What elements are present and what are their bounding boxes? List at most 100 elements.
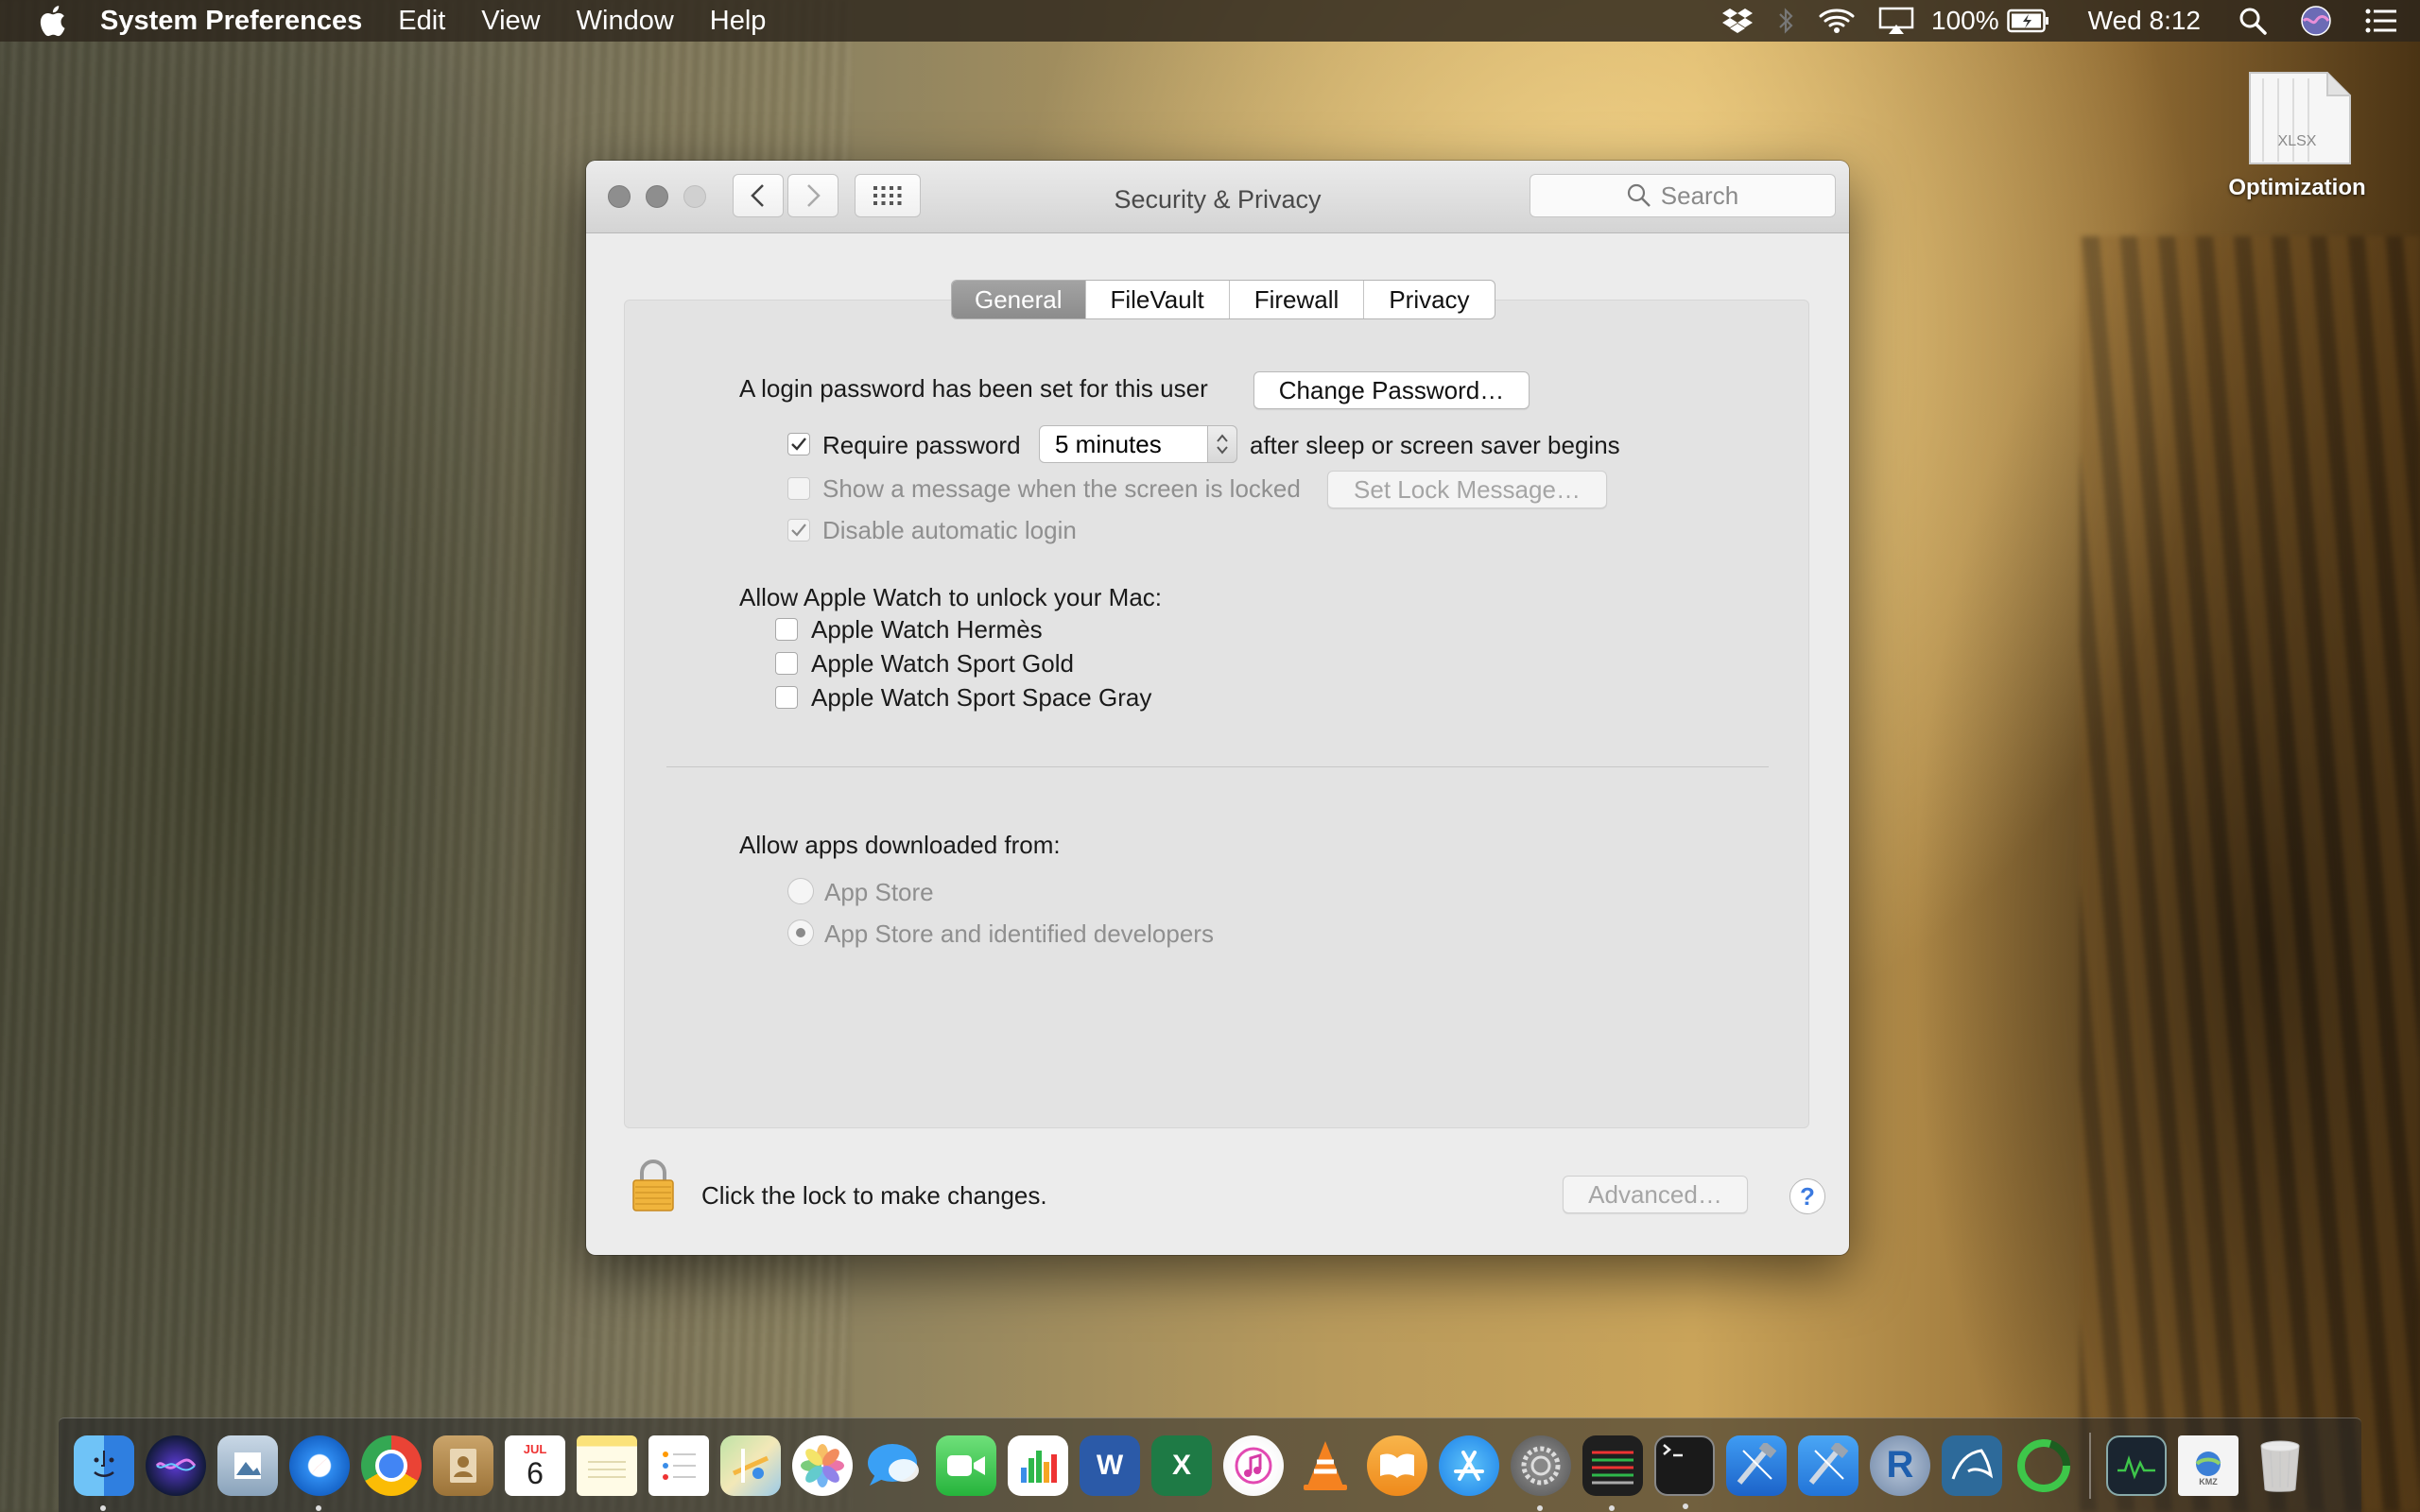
tab-firewall[interactable]: Firewall: [1228, 281, 1364, 318]
apple-watch-checkbox[interactable]: [775, 652, 798, 675]
apple-watch-heading: Allow Apple Watch to unlock your Mac:: [739, 583, 1163, 611]
xlsx-file-icon: XLSX: [2242, 71, 2352, 164]
preview-icon[interactable]: [217, 1435, 278, 1496]
checkmark-icon: [791, 524, 806, 537]
set-lock-message-button[interactable]: Set Lock Message…: [1327, 471, 1607, 508]
app-store-icon[interactable]: [1439, 1435, 1499, 1496]
notification-center-icon[interactable]: [2365, 8, 2397, 34]
tab-privacy[interactable]: Privacy: [1363, 281, 1494, 318]
numbers-icon[interactable]: [1008, 1435, 1068, 1496]
general-panel: [624, 300, 1809, 1128]
tab-bar: General FileVault Firewall Privacy: [951, 280, 1495, 319]
finder-icon[interactable]: [74, 1435, 134, 1511]
help-button[interactable]: ?: [1789, 1178, 1825, 1214]
file-name-label: Optimization: [2228, 175, 2366, 200]
wifi-icon[interactable]: [1818, 7, 1856, 35]
advanced-button[interactable]: Advanced…: [1563, 1176, 1748, 1213]
siri-icon[interactable]: [146, 1435, 206, 1496]
radio-selected-dot: [796, 928, 805, 937]
apple-watch-checkbox[interactable]: [775, 618, 798, 641]
show-message-checkbox[interactable]: [787, 477, 810, 500]
disable-auto-login-checkbox[interactable]: [787, 519, 810, 541]
search-field[interactable]: Search: [1530, 174, 1836, 217]
require-password-checkbox[interactable]: [787, 433, 810, 455]
apple-watch-checkbox[interactable]: [775, 686, 798, 709]
menu-view[interactable]: View: [481, 6, 540, 37]
tab-filevault[interactable]: FileVault: [1084, 281, 1229, 318]
xcode-icon[interactable]: [1798, 1435, 1858, 1496]
apple-watch-item[interactable]: Apple Watch Hermès: [775, 615, 1342, 644]
allow-apps-heading: Allow apps downloaded from:: [739, 831, 1061, 859]
airplay-icon[interactable]: [1878, 7, 1914, 35]
lock-icon[interactable]: [631, 1159, 675, 1211]
calendar-icon[interactable]: JUL 6: [505, 1435, 565, 1496]
menu-help[interactable]: Help: [710, 6, 767, 37]
menu-window[interactable]: Window: [577, 6, 674, 37]
apple-watch-label: Apple Watch Hermès: [811, 615, 1043, 644]
dropbox-icon[interactable]: [1721, 7, 1754, 35]
title-bar[interactable]: Security & Privacy Search: [586, 161, 1849, 233]
svg-text:KMZ: KMZ: [2199, 1477, 2218, 1486]
menu-bar: System Preferences Edit View Window Help…: [0, 0, 2420, 42]
google-earth-file-icon[interactable]: KMZ: [2178, 1435, 2238, 1496]
chrome-icon[interactable]: [361, 1435, 422, 1496]
login-password-text: A login password has been set for this u…: [739, 374, 1208, 403]
show-message-label: Show a message when the screen is locked: [822, 474, 1301, 503]
system-preferences-icon[interactable]: [1511, 1435, 1571, 1511]
popup-stepper-icon: [1207, 425, 1237, 463]
activity-ring-icon[interactable]: [2014, 1435, 2074, 1496]
menu-edit[interactable]: Edit: [398, 6, 445, 37]
dock: JUL 6 W X R KMZ: [59, 1418, 2361, 1512]
spotlight-search-icon[interactable]: [2238, 7, 2267, 35]
word-icon[interactable]: W: [1080, 1435, 1140, 1496]
notes-icon[interactable]: [577, 1435, 637, 1496]
calendar-month: JUL: [523, 1441, 547, 1456]
clock[interactable]: Wed 8:12: [2088, 6, 2201, 36]
contacts-icon[interactable]: [433, 1435, 493, 1496]
search-placeholder: Search: [1660, 180, 1739, 210]
terminal-icon[interactable]: [1654, 1435, 1715, 1509]
siri-icon[interactable]: [2301, 6, 2331, 36]
xcode-beta-icon[interactable]: [1726, 1435, 1787, 1496]
apple-watch-list: Apple Watch Hermès Apple Watch Sport Gol…: [775, 611, 1342, 712]
tab-general[interactable]: General: [952, 281, 1085, 318]
ibooks-icon[interactable]: [1367, 1435, 1427, 1496]
lock-instruction-text: Click the lock to make changes.: [701, 1181, 1047, 1210]
bluetooth-icon[interactable]: [1776, 7, 1795, 35]
battery-icon[interactable]: [2006, 9, 2050, 33]
menu-app-name[interactable]: System Preferences: [100, 6, 362, 37]
photos-icon[interactable]: [792, 1435, 853, 1496]
app-store-radio[interactable]: [787, 878, 814, 904]
file-type-label: XLSX: [2277, 133, 2317, 149]
excel-icon[interactable]: X: [1151, 1435, 1212, 1496]
disable-auto-login-label: Disable automatic login: [822, 516, 1077, 544]
desktop-wallpaper-right: [2080, 236, 2420, 1512]
r-icon[interactable]: R: [1870, 1435, 1930, 1496]
reminders-icon[interactable]: [648, 1435, 709, 1496]
vlc-icon[interactable]: [1295, 1435, 1356, 1496]
change-password-button[interactable]: Change Password…: [1253, 371, 1530, 409]
apple-watch-item[interactable]: Apple Watch Sport Gold: [775, 649, 1342, 678]
maps-icon[interactable]: [720, 1435, 781, 1496]
messages-icon[interactable]: [864, 1435, 925, 1496]
app-store-identified-radio-label: App Store and identified developers: [824, 919, 1214, 948]
battery-percentage[interactable]: 100%: [1931, 6, 1999, 36]
itunes-icon[interactable]: [1223, 1435, 1284, 1496]
apple-menu-icon[interactable]: [36, 5, 68, 37]
apple-watch-item[interactable]: Apple Watch Sport Space Gray: [775, 683, 1342, 712]
activity-monitor-icon[interactable]: [2106, 1435, 2167, 1496]
calendar-day: 6: [527, 1455, 544, 1490]
require-password-delay-popup[interactable]: 5 minutes: [1039, 425, 1237, 463]
apple-watch-label: Apple Watch Sport Gold: [811, 649, 1074, 678]
desktop-file[interactable]: XLSX Optimization: [2217, 71, 2377, 201]
apple-watch-label: Apple Watch Sport Space Gray: [811, 683, 1152, 712]
app-store-identified-radio[interactable]: [787, 919, 814, 946]
checkmark-icon: [791, 438, 806, 451]
facetime-icon[interactable]: [936, 1435, 996, 1496]
mysql-workbench-icon[interactable]: [1942, 1435, 2002, 1496]
trash-icon[interactable]: [2250, 1435, 2310, 1496]
app-store-radio-label: App Store: [824, 878, 934, 906]
istat-icon[interactable]: [1582, 1435, 1643, 1511]
safari-icon[interactable]: [289, 1435, 350, 1511]
divider: [666, 766, 1769, 767]
